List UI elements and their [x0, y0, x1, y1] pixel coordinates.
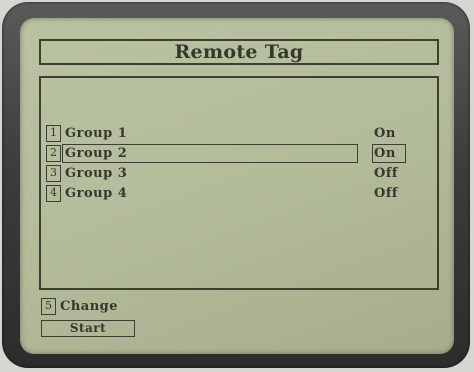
list-item-group-3[interactable]: 3 Group 3 Off	[46, 164, 436, 183]
start-button[interactable]: Start	[41, 320, 135, 337]
group-3-status: Off	[374, 166, 399, 181]
change-option[interactable]: 5 Change	[41, 298, 241, 316]
group-1-label: Group 1	[65, 126, 128, 141]
change-number: 5	[41, 298, 56, 315]
list-item-group-2[interactable]: 2 Group 2 On	[46, 144, 436, 163]
group-list: 1 Group 1 On 2 Group 2 On 3 Group 3 Off …	[39, 76, 439, 290]
group-4-label: Group 4	[65, 186, 128, 201]
screen-title: Remote Tag	[174, 41, 304, 63]
group-4-status: Off	[374, 186, 399, 201]
title-bar: Remote Tag	[39, 39, 439, 65]
item-number-3: 3	[46, 165, 61, 182]
item-number-4: 4	[46, 185, 61, 202]
change-label: Change	[60, 299, 119, 314]
item-number-2: 2	[46, 145, 61, 162]
list-item-group-4[interactable]: 4 Group 4 Off	[46, 184, 436, 203]
group-2-label: Group 2	[65, 146, 128, 161]
list-item-group-1[interactable]: 1 Group 1 On	[46, 124, 436, 143]
lcd-screen: Remote Tag 1 Group 1 On 2 Group 2 On 3 G…	[20, 18, 454, 354]
group-2-status: On	[374, 146, 396, 161]
item-number-1: 1	[46, 125, 61, 142]
group-1-status: On	[374, 126, 396, 141]
group-3-label: Group 3	[65, 166, 128, 181]
